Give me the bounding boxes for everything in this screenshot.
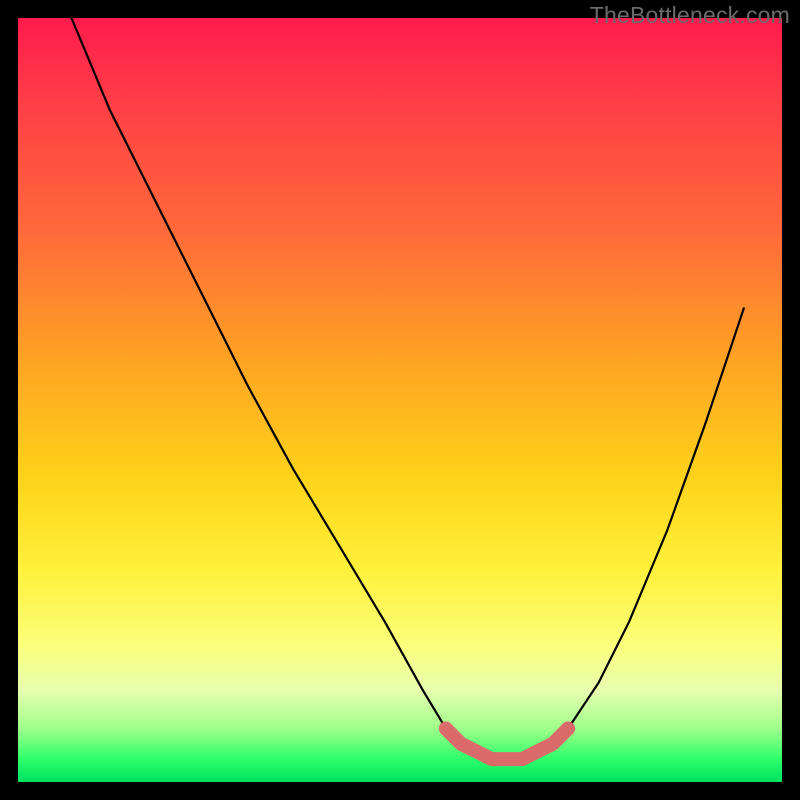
bottleneck-curve (72, 18, 744, 759)
curve-svg (18, 18, 782, 782)
plot-area (18, 18, 782, 782)
watermark-text: TheBottleneck.com (590, 2, 790, 29)
chart-frame: TheBottleneck.com (0, 0, 800, 800)
highlight-band (446, 729, 568, 760)
